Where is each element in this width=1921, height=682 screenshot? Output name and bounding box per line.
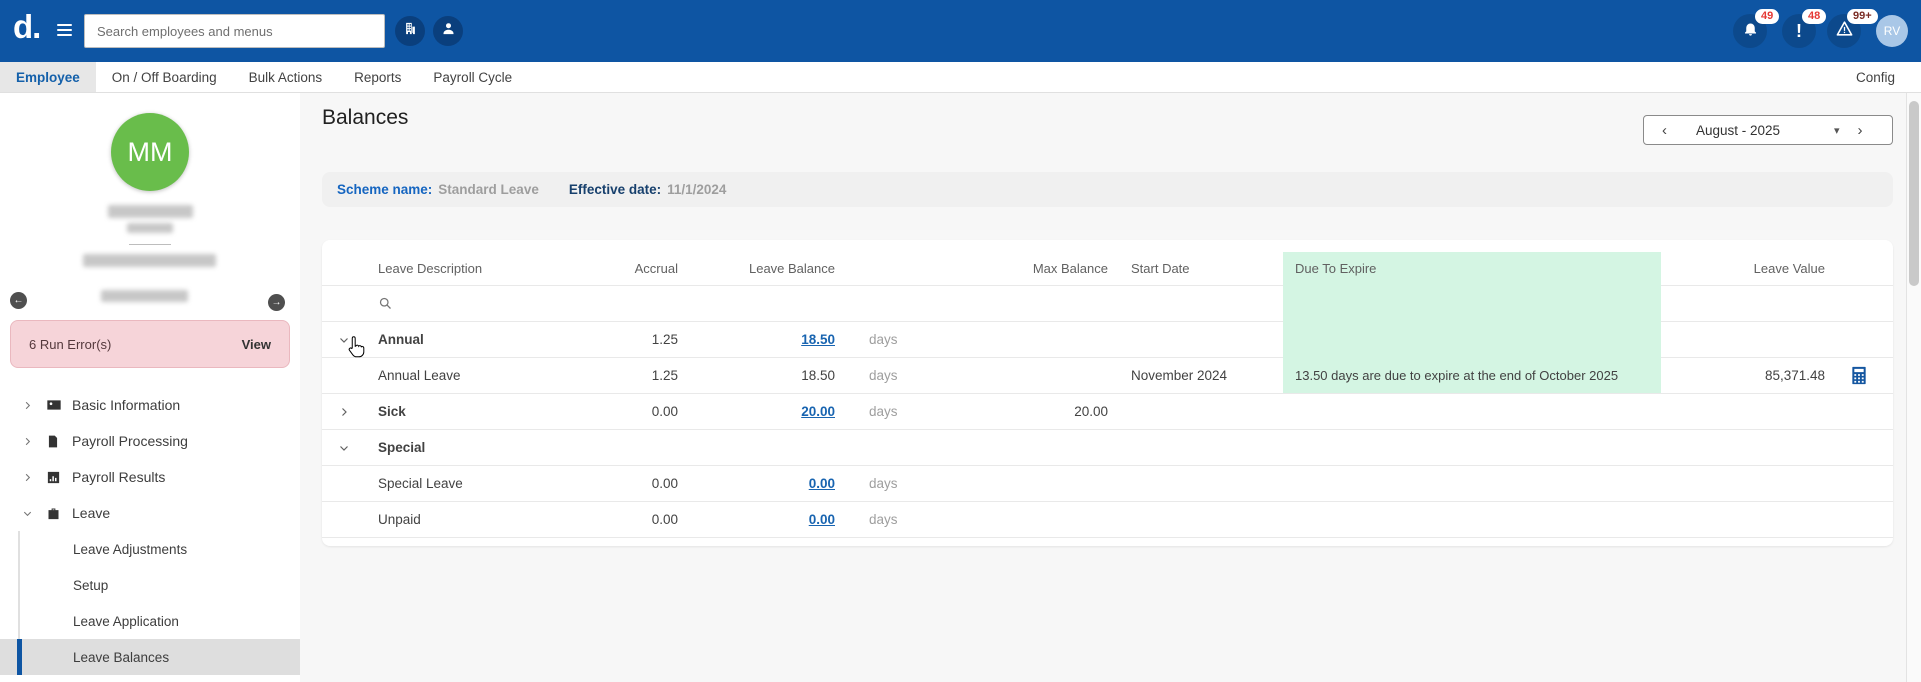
col-start-date: Start Date (1108, 252, 1283, 286)
chevron-right-icon (22, 436, 34, 447)
view-errors-button[interactable]: View (242, 337, 271, 352)
tab-payroll-cycle[interactable]: Payroll Cycle (417, 62, 528, 92)
previous-month-button[interactable]: ‹ (1662, 122, 1667, 139)
sidebar-item-setup[interactable]: Setup (0, 567, 300, 603)
tab-on-off-boarding[interactable]: On / Off Boarding (96, 62, 233, 92)
module-tabs: Employee On / Off Boarding Bulk Actions … (0, 62, 1921, 93)
table-row-unpaid: Unpaid 0.00 0.00 days (322, 502, 1893, 538)
table-search-row[interactable] (322, 286, 1893, 322)
chevron-right-icon (22, 400, 34, 411)
person-icon (441, 21, 456, 41)
redacted-employee-id (101, 290, 188, 302)
period-dropdown-caret-icon[interactable]: ▾ (1834, 124, 1840, 137)
scheme-info-bar: Scheme name: Standard Leave Effective da… (322, 172, 1893, 207)
sidebar-item-payroll-processing[interactable]: Payroll Processing (0, 423, 300, 459)
sick-balance-link[interactable]: 20.00 (801, 404, 835, 419)
employee-avatar: MM (111, 113, 189, 191)
mouse-cursor-hand (344, 336, 366, 365)
table-row-sick: Sick 0.00 20.00 days 20.00 (322, 394, 1893, 430)
table-header-row: Leave Description Accrual Leave Balance … (322, 252, 1893, 286)
alerts-badge: 48 (1802, 9, 1827, 24)
col-leave-balance: Leave Balance (678, 252, 835, 286)
chevron-down-icon (22, 508, 34, 519)
next-employee-button[interactable]: → (268, 294, 285, 311)
tab-bulk-actions[interactable]: Bulk Actions (233, 62, 339, 92)
page-title: Balances (322, 106, 409, 129)
effective-date-value: 11/1/2024 (667, 182, 727, 197)
sidebar-item-leave-adjustments[interactable]: Leave Adjustments (0, 531, 300, 567)
profile-divider (129, 244, 171, 245)
bell-icon (1742, 20, 1759, 42)
unpaid-balance-link[interactable]: 0.00 (809, 512, 835, 527)
expire-message: 13.50 days are due to expire at the end … (1283, 358, 1661, 394)
scrollbar-thumb[interactable] (1909, 101, 1919, 286)
app-header: d. ! 49 48 99+ RV (0, 0, 1921, 62)
run-errors-alert: 6 Run Error(s) View (10, 320, 290, 368)
calculator-icon[interactable] (1825, 358, 1893, 394)
sidebar-item-payroll-results[interactable]: Payroll Results (0, 459, 300, 495)
period-selector: ‹ August - 2025 ▾ › (1643, 115, 1893, 145)
table-row-annual: Annual 1.25 18.50 days (322, 322, 1893, 358)
special-leave-balance-link[interactable]: 0.00 (809, 476, 835, 491)
vertical-scrollbar[interactable] (1906, 93, 1921, 682)
redacted-employee-name (108, 205, 193, 218)
sidebar-item-leave-balances[interactable]: Leave Balances (0, 639, 300, 675)
redacted-employee-role (83, 254, 216, 267)
period-label: August - 2025 (1696, 122, 1781, 138)
bell-badge: 49 (1755, 9, 1780, 24)
annual-balance-link[interactable]: 18.50 (801, 332, 835, 347)
tab-employee[interactable]: Employee (0, 62, 96, 92)
employee-sidebar: MM ← → 6 Run Error(s) View Basic Informa… (0, 93, 300, 682)
balances-table: Leave Description Accrual Leave Balance … (322, 240, 1893, 546)
sidebar-item-leave-application[interactable]: Leave Application (0, 603, 300, 639)
col-accrual: Accrual (552, 252, 678, 286)
sidebar-nav: Basic Information Payroll Processing Pay… (0, 387, 300, 675)
chart-icon (46, 470, 62, 485)
warnings-badge: 99+ (1847, 9, 1878, 24)
col-leave-value: Leave Value (1661, 252, 1825, 286)
redacted-employee-name-2 (127, 223, 173, 233)
global-search-input[interactable] (84, 14, 385, 48)
company-button[interactable] (395, 16, 425, 46)
expand-sick-button[interactable] (322, 394, 366, 430)
collapse-special-button[interactable] (322, 430, 366, 466)
sidebar-item-leave[interactable]: Leave (0, 495, 300, 531)
table-row-annual-leave: Annual Leave 1.25 18.50 days November 20… (322, 358, 1893, 394)
next-month-button[interactable]: › (1858, 122, 1863, 139)
user-avatar[interactable]: RV (1876, 15, 1908, 47)
col-leave-description: Leave Description (366, 252, 552, 286)
tab-reports[interactable]: Reports (338, 62, 417, 92)
config-link[interactable]: Config (1856, 62, 1895, 93)
hamburger-menu-icon[interactable] (57, 24, 72, 39)
exclamation-icon: ! (1796, 20, 1802, 41)
previous-employee-button[interactable]: ← (10, 292, 27, 309)
main-content: Balances ‹ August - 2025 ▾ › Scheme name… (300, 93, 1906, 682)
briefcase-icon (46, 506, 62, 521)
table-row-special: Special (322, 430, 1893, 466)
table-search-icon[interactable] (366, 286, 552, 322)
chevron-right-icon (22, 472, 34, 483)
app-logo: d. (13, 8, 41, 45)
sidebar-item-basic-information[interactable]: Basic Information (0, 387, 300, 423)
document-icon (46, 434, 62, 449)
col-max-balance: Max Balance (932, 252, 1108, 286)
effective-date-label: Effective date: (568, 182, 662, 197)
run-errors-text: 6 Run Error(s) (29, 336, 112, 352)
scheme-name-value: Standard Leave (438, 182, 539, 197)
col-due-to-expire: Due To Expire (1283, 252, 1661, 286)
building-icon (403, 21, 418, 41)
scheme-name-label: Scheme name: (337, 182, 433, 197)
table-row-special-leave: Special Leave 0.00 0.00 days (322, 466, 1893, 502)
id-card-icon (46, 397, 62, 413)
employee-button[interactable] (433, 16, 463, 46)
